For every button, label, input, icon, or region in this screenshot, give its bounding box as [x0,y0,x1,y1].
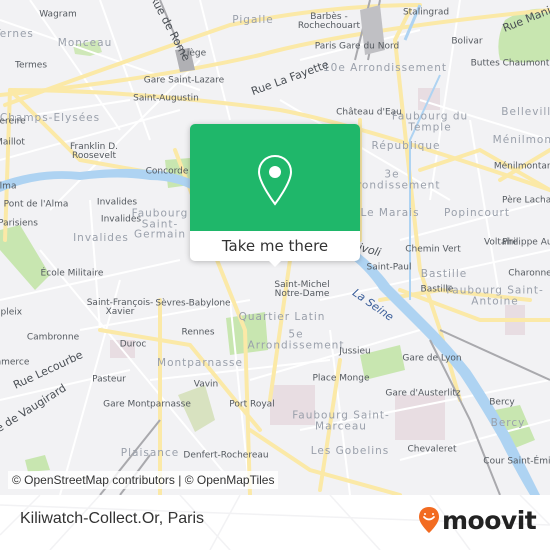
station-label[interactable]: Ménilmontant [494,162,550,172]
map[interactable]: Monceau Ternes Pigalle Champs-Elysées 10… [0,0,550,495]
station-label[interactable]: Parisiens [0,219,38,229]
station-label[interactable]: Concorde [146,167,189,177]
district-label: Plaisance [120,446,180,459]
station-label[interactable]: Paris Gare du Nord [315,42,399,52]
station-label[interactable]: Château d'Eau [336,108,402,118]
district-label: Bastille [420,267,468,280]
district-label: Faubourg Saint-Antoine [446,284,544,307]
station-label[interactable]: Dupleix [0,308,22,318]
station-label[interactable]: Cour Saint-Émilion [483,457,550,467]
place-name: Kiliwatch-Collect.Or, Paris [20,510,205,527]
district-label: Faubourg Saint-Marceau [292,409,390,432]
station-label[interactable]: Termes [15,61,47,71]
district-label: Popincourt [444,206,510,219]
station-label[interactable]: Port Royal [229,400,274,410]
station-label[interactable]: Jussieu [339,347,370,357]
district-label: Ternes [0,27,34,40]
moovit-wordmark: moovit [442,505,537,535]
district-label: Belleville [501,105,550,118]
station-label[interactable]: Saint-Michel Notre-Dame [267,281,337,299]
station-label[interactable]: Invalides [97,198,137,208]
station-label[interactable]: Bolivar [451,37,482,47]
station-label[interactable]: Wagram [39,10,77,20]
station-label[interactable]: Saint-Augustin [133,94,199,104]
district-label: Quartier Latin [238,310,326,323]
station-label[interactable]: Gare Montparnasse [103,400,191,410]
station-label[interactable]: Maillot [0,138,25,148]
station-label[interactable]: Gare d'Austerlitz [385,389,460,399]
footer: Kiliwatch-Collect.Or, Paris moovit [0,495,550,550]
station-label[interactable]: Philippe Auguste [502,238,550,248]
station-label[interactable]: Chevaleret [408,445,457,455]
station-label[interactable]: Place Monge [312,374,369,384]
location-popup: Take me there [190,124,360,267]
map-attribution[interactable]: © OpenStreetMap contributors | © OpenMap… [8,471,279,489]
park-champ-de-mars [0,225,50,290]
district-label: Pigalle [232,13,274,26]
station-label[interactable]: Pont de l'Alma [4,200,69,210]
station-label[interactable]: Commerce [0,358,29,368]
station-label[interactable]: Pasteur [92,375,126,385]
station-label[interactable]: Rennes [181,328,214,338]
district-label: Le Marais [360,206,420,219]
station-label[interactable]: École Militaire [41,269,104,279]
district-label: Montparnasse [157,356,243,369]
popup-tail [267,259,283,267]
take-me-there-button[interactable]: Take me there [190,231,360,261]
station-label[interactable]: Stalingrad [403,8,449,18]
station-label[interactable]: Cambronne [27,333,79,343]
station-label[interactable]: Barbès - Rochechouart [289,13,369,31]
district-label: Ménilmontant [492,133,550,146]
station-label[interactable]: Duroc [120,340,147,350]
map-pin-icon [257,154,293,206]
station-label[interactable]: Invalides [101,215,141,225]
station-label[interactable]: Alma [0,182,16,192]
station-label[interactable]: Saint-Paul [367,263,412,273]
moovit-pin-icon [419,507,439,533]
station-label[interactable]: Bercy [489,398,515,408]
park-south-west [25,455,50,472]
district-label: Bercy [490,416,526,429]
station-label[interactable]: Saint-François-Xavier [85,299,155,317]
station-label[interactable]: Gare de Lyon [402,354,461,364]
station-label[interactable]: Bastille [421,285,454,295]
district-label: Monceau [57,36,113,49]
district-label: 5e Arrondissement [247,328,345,351]
station-label[interactable]: Chemin Vert [405,245,461,255]
district-label: Les Gobelins [310,444,390,457]
station-label[interactable]: Franklin D. Roosevelt [64,143,124,161]
district-label: République [371,139,441,152]
station-label[interactable]: Denfert-Rochereau [183,451,268,461]
station-label[interactable]: Père Lachaise [502,196,550,206]
station-label[interactable]: Pereire [0,117,26,127]
station-label[interactable]: Buttes Chaumont [471,59,550,69]
station-label[interactable]: Charonne [508,269,550,279]
station-label[interactable]: Vavin [194,380,219,390]
station-label[interactable]: Gare Saint-Lazare [144,76,224,86]
station-label[interactable]: Sèvres-Babylone [155,299,230,309]
moovit-logo[interactable]: moovit [418,505,537,535]
district-label: 10e Arrondissement [322,61,448,74]
